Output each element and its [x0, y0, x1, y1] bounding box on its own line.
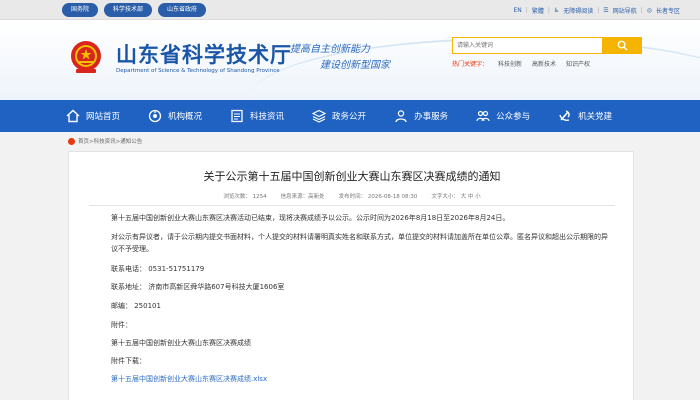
breadcrumb-text[interactable]: 首页>科技资讯>通知公告: [78, 137, 142, 145]
link-english[interactable]: EN: [514, 7, 522, 14]
hot-keyword[interactable]: 科技创新: [498, 59, 522, 68]
divider: [89, 205, 615, 206]
separator: |: [597, 7, 600, 14]
slogan: 提高自主创新能力 建设创新型国家: [290, 42, 390, 74]
postcode: 邮编： 250101: [111, 302, 161, 310]
nav-item-services[interactable]: 办事服务: [394, 100, 476, 132]
people-icon: [476, 110, 490, 122]
hot-keyword[interactable]: 高新技术: [532, 59, 556, 68]
info-source: 信息来源：高新处: [280, 194, 325, 200]
link-accessibility[interactable]: 无障碍阅读: [563, 6, 593, 15]
article-paragraph: 对公示有异议者，请于公示期内提交书面材料，个人提交的材料请署明真实姓名和联系方式…: [111, 233, 608, 253]
top-right-links: EN | 繁體 | ♿ 无障碍阅读 | ☰ 网站导航 | ◎ 长者专区: [514, 6, 681, 15]
separator: |: [525, 7, 528, 14]
nav-item-news[interactable]: 科技资讯: [230, 100, 312, 132]
site-subtitle: Department of Science & Technology of Sh…: [116, 68, 280, 74]
breadcrumb: 首页>科技资讯>通知公告: [68, 137, 142, 145]
link-traditional[interactable]: 繁體: [532, 6, 544, 15]
link-state-council[interactable]: 国务院: [62, 3, 99, 17]
layers-icon: [312, 109, 327, 123]
publish-date: 发布时间： 2026-08-18 08:30: [338, 194, 418, 200]
nav-item-label: 政务公开: [332, 112, 367, 122]
hot-keywords: 热门关键字： 科技创新 高新技术 知识产权: [452, 59, 590, 68]
link-sitemap[interactable]: 网站导航: [613, 6, 637, 15]
user-service-icon: [395, 110, 407, 123]
top-utility-bar: 国务院 科学技术部 山东省政府 EN | 繁體 | ♿ 无障碍阅读 | ☰ 网站…: [0, 0, 700, 20]
nav-item-public-participation[interactable]: 公众参与: [476, 100, 558, 132]
contact-address: 联系地址： 济南市高新区舜华路607号科技大厦1606室: [111, 283, 285, 291]
nav-item-label: 网站首页: [86, 112, 121, 122]
elder-icon: ◎: [646, 7, 652, 14]
download-label: 附件下载：: [111, 357, 146, 365]
search-button[interactable]: [602, 37, 642, 54]
nav-item-label: 机关党建: [578, 112, 613, 122]
nav-item-government-affairs[interactable]: 政务公开: [312, 100, 394, 132]
main-nav: 网站首页 机构概况 科技资讯 政务公开 办事服务 公众参与 机关党建: [0, 100, 700, 132]
organization-icon: [148, 109, 162, 123]
font-size-control[interactable]: 文字大小： 大 中 小: [431, 192, 480, 200]
link-provincial-gov[interactable]: 山东省政府: [158, 3, 207, 17]
article-meta: 浏览次数： 1254 信息来源：高新处 发布时间： 2026-08-18 08:…: [69, 192, 635, 200]
nav-item-label: 机构概况: [168, 112, 203, 122]
slogan-line-2: 建设创新型国家: [320, 60, 390, 71]
separator: |: [547, 7, 550, 14]
search-box: [452, 37, 642, 54]
separator: |: [640, 7, 643, 14]
location-icon: [68, 137, 75, 145]
article-card: 关于公示第十五届中国创新创业大赛山东赛区决赛成绩的通知 浏览次数： 1254 信…: [68, 151, 634, 400]
news-icon: [231, 109, 243, 123]
home-icon: [66, 109, 80, 123]
site-title[interactable]: 山东省科学技术厅: [116, 39, 292, 69]
slogan-line-1: 提高自主创新能力: [290, 44, 370, 55]
download-file-link[interactable]: 第十五届中国创新创业大赛山东赛区决赛成绩.xlsx: [111, 374, 267, 384]
article-title: 关于公示第十五届中国创新创业大赛山东赛区决赛成绩的通知: [203, 170, 501, 183]
nav-item-organization[interactable]: 机构概况: [148, 100, 230, 132]
nav-item-label: 公众参与: [496, 112, 531, 122]
nav-item-label: 科技资讯: [250, 112, 285, 122]
article-paragraph: 第十五届中国创新创业大赛山东赛区决赛活动已结束，现将决赛成绩予以公示。公示时间为…: [111, 214, 510, 222]
link-most[interactable]: 科学技术部: [104, 3, 153, 17]
nav-item-party-building[interactable]: 机关党建: [558, 100, 640, 132]
view-count: 浏览次数： 1254: [223, 194, 267, 200]
search-icon: [617, 40, 628, 51]
contact-phone: 联系电话： 0531-51751179: [111, 265, 205, 273]
attachment-label: 附件：: [111, 321, 132, 329]
search-input[interactable]: [452, 37, 602, 54]
sitemap-icon: ☰: [603, 7, 609, 14]
link-elder-mode[interactable]: 长者专区: [656, 6, 680, 15]
accessibility-icon: ♿: [553, 7, 560, 14]
attachment-name: 第十五届中国创新创业大赛山东赛区决赛成绩: [111, 339, 251, 347]
top-links: 国务院 科学技术部 山东省政府: [62, 3, 207, 17]
site-header: 山东省科学技术厅 Department of Science & Technol…: [0, 20, 700, 100]
national-emblem-icon[interactable]: [70, 40, 102, 74]
hot-keywords-label: 热门关键字：: [452, 61, 489, 68]
nav-item-home[interactable]: 网站首页: [66, 100, 148, 132]
hot-keyword[interactable]: 知识产权: [566, 59, 590, 68]
party-emblem-icon: [559, 110, 570, 121]
nav-item-label: 办事服务: [414, 112, 449, 122]
